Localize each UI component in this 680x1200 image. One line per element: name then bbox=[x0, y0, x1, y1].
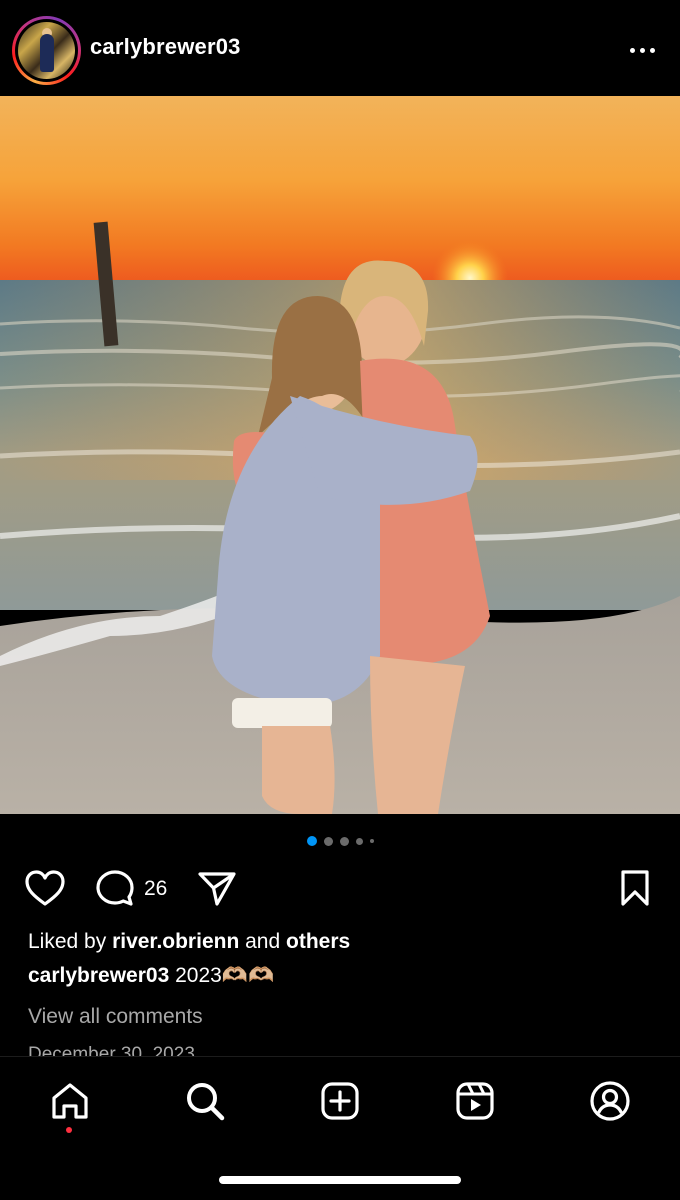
view-all-comments-link[interactable]: View all comments bbox=[28, 1005, 203, 1029]
home-notification-dot bbox=[66, 1127, 72, 1133]
more-options-icon[interactable] bbox=[624, 40, 660, 60]
caption: carlybrewer03 2023🫶🏼🫶🏼 bbox=[28, 964, 274, 988]
create-plus-icon[interactable] bbox=[316, 1077, 364, 1125]
reels-icon[interactable] bbox=[451, 1077, 499, 1125]
post-photo[interactable] bbox=[0, 96, 680, 814]
liked-by-others[interactable]: others bbox=[286, 930, 350, 953]
carousel-dot bbox=[306, 836, 317, 846]
search-icon[interactable] bbox=[181, 1077, 229, 1125]
post-header: carlybrewer03 bbox=[0, 0, 680, 96]
post-date: December 30, 2023 bbox=[28, 1044, 195, 1056]
caption-username[interactable]: carlybrewer03 bbox=[28, 964, 169, 987]
liked-by[interactable]: Liked by river.obrienn and others bbox=[28, 930, 350, 954]
carousel-dot bbox=[369, 839, 374, 843]
heart-icon[interactable] bbox=[22, 866, 68, 910]
caption-text: 2023🫶🏼🫶🏼 bbox=[169, 964, 275, 987]
post-actions bbox=[0, 862, 680, 912]
profile-icon[interactable] bbox=[586, 1077, 634, 1125]
comment-bubble-icon[interactable] bbox=[92, 866, 138, 910]
avatar[interactable] bbox=[18, 22, 75, 79]
carousel-dot bbox=[323, 836, 333, 846]
carousel-dot bbox=[339, 836, 349, 846]
carousel-indicator bbox=[0, 835, 680, 847]
bookmark-icon[interactable] bbox=[612, 866, 658, 910]
carousel-dot bbox=[355, 837, 363, 845]
home-indicator[interactable] bbox=[219, 1176, 461, 1184]
home-icon[interactable] bbox=[46, 1077, 94, 1125]
story-ring[interactable] bbox=[12, 16, 81, 85]
liked-by-user[interactable]: river.obrienn bbox=[112, 930, 239, 953]
paper-plane-icon[interactable] bbox=[194, 866, 240, 910]
post-username[interactable]: carlybrewer03 bbox=[90, 34, 241, 60]
comment-count[interactable]: 26 bbox=[144, 877, 167, 901]
